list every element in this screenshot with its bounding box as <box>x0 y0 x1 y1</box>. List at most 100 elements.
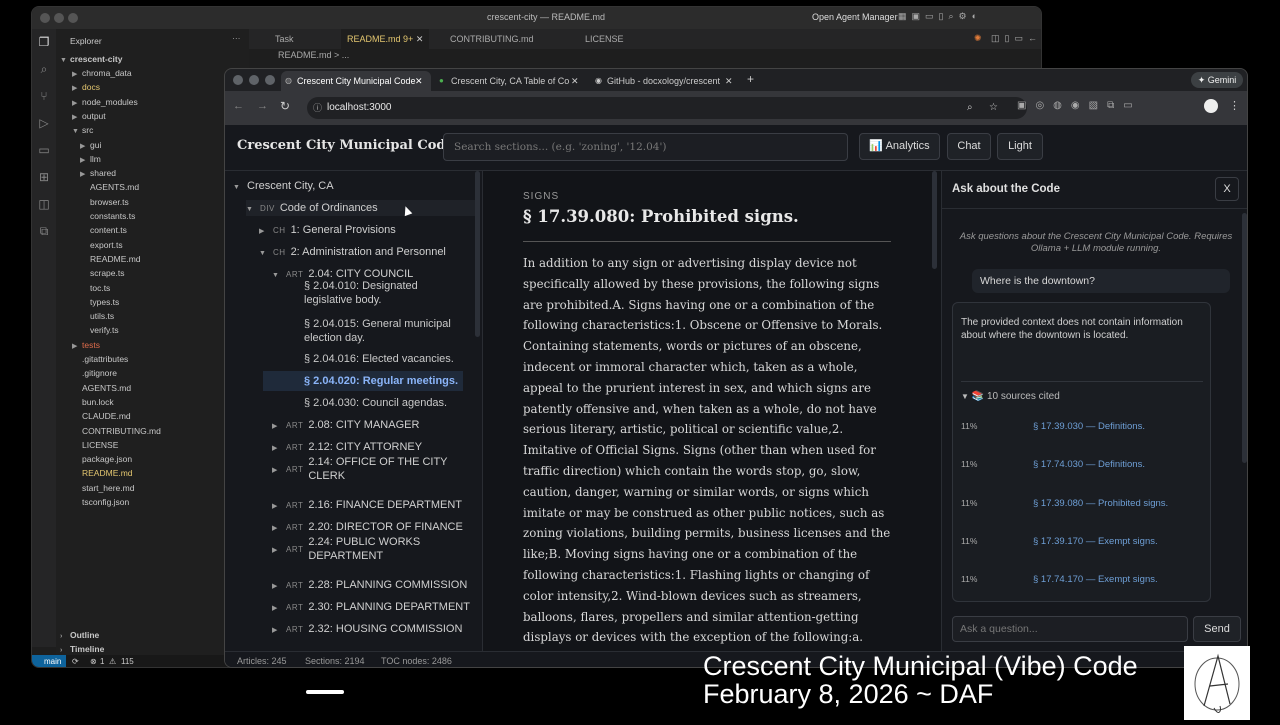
file-item[interactable]: .gitattributes <box>72 352 128 366</box>
close-icon[interactable]: ✕ <box>415 71 423 91</box>
toc-article[interactable]: ▶ ART 2.32: HOUSING COMMISSION <box>272 622 462 638</box>
toc-root[interactable]: ▼ Crescent City, CA <box>233 179 334 195</box>
toc-article[interactable]: ▶ ART 2.12: CITY ATTORNEY <box>272 440 422 456</box>
toc-chapter-2[interactable]: ▼ CH 2: Administration and Personnel <box>259 245 446 261</box>
file-item[interactable]: AGENTS.md <box>72 381 131 395</box>
folder-item[interactable]: ▶ output <box>72 109 106 123</box>
tab-readme[interactable]: README.md 9+ ✕ <box>341 29 430 49</box>
branch-name[interactable]: main <box>44 655 61 667</box>
chat-button[interactable]: Chat <box>947 133 991 160</box>
file-item[interactable]: toc.ts <box>80 281 110 295</box>
run-debug-icon[interactable]: ▷ <box>32 110 56 137</box>
file-item[interactable]: tsconfig.json <box>72 495 129 509</box>
toc-chapter-1[interactable]: ▶ CH 1: General Provisions <box>259 223 396 239</box>
layout-icons[interactable]: ▦▣▭▯⌕⚙◐ <box>898 11 982 22</box>
sync-icon[interactable]: ⟳ <box>72 655 79 667</box>
file-item[interactable]: constants.ts <box>80 209 135 223</box>
address-bar[interactable]: ⓘ localhost:3000 ⌕ ☆ <box>307 97 1027 119</box>
app-title[interactable]: Crescent City Municipal Code <box>237 138 454 153</box>
files-icon[interactable]: ❐ <box>32 29 56 56</box>
toc-article[interactable]: ▶ ART 2.20: DIRECTOR OF FINANCE <box>272 520 463 536</box>
close-chat-button[interactable]: X <box>1215 177 1239 201</box>
file-item[interactable]: CONTRIBUTING.md <box>72 424 161 438</box>
toc-section-active[interactable]: § 2.04.020: Regular meetings. <box>263 371 463 391</box>
warning-icon[interactable]: ⚠ <box>109 655 116 667</box>
file-item[interactable]: package.json <box>72 452 132 466</box>
file-item[interactable]: README.md <box>72 466 133 480</box>
toc-article[interactable]: ▶ ART 2.24: PUBLIC WORKS DEPARTMENT <box>272 535 448 563</box>
file-item[interactable]: verify.ts <box>80 323 119 337</box>
folder-item[interactable]: ▶ shared <box>80 166 116 180</box>
gemini-button[interactable]: ✦ Gemini <box>1191 72 1243 88</box>
toc-section[interactable]: § 2.04.010: Designated legislative body. <box>304 279 464 307</box>
close-window-button[interactable] <box>40 13 50 23</box>
tab-table-of-contents[interactable]: ● Crescent City, CA Table of Co ✕ <box>435 71 583 91</box>
folder-item[interactable]: ▶ tests <box>72 338 100 352</box>
extensions-icon[interactable]: ⊞ <box>32 164 56 191</box>
zoom-window-button[interactable] <box>68 13 78 23</box>
breadcrumb[interactable]: README.md > ... <box>278 50 349 60</box>
spark-icon[interactable]: ✺ <box>974 33 982 44</box>
folder-item[interactable]: ▶ chroma_data <box>72 66 132 80</box>
source-link[interactable]: § 17.39.030 — Definitions. <box>1033 421 1145 432</box>
tab-task[interactable]: Task <box>269 29 300 49</box>
folder-item[interactable]: ▶ gui <box>80 138 101 152</box>
more-actions-icon[interactable]: ··· <box>232 33 241 43</box>
file-item[interactable]: LICENSE <box>72 438 118 452</box>
close-icon[interactable]: ✕ <box>569 71 579 91</box>
file-item[interactable]: scrape.ts <box>80 266 125 280</box>
menu-icon[interactable]: ⋮ <box>1229 99 1240 112</box>
tab-license[interactable]: LICENSE <box>579 29 630 49</box>
toc-article[interactable]: ▶ ART 2.08: CITY MANAGER <box>272 418 419 434</box>
bookmark-star-icon[interactable]: ☆ <box>989 97 998 119</box>
back-icon[interactable]: ← <box>233 100 244 112</box>
folder-item[interactable]: ▶ node_modules <box>72 95 138 109</box>
zoom-window-button[interactable] <box>265 75 275 85</box>
close-icon[interactable]: ✕ <box>416 34 424 44</box>
zoom-icon[interactable]: ⌕ <box>967 97 973 119</box>
file-item[interactable]: utils.ts <box>80 309 114 323</box>
file-item[interactable]: start_here.md <box>72 481 134 495</box>
close-icon[interactable]: ✕ <box>723 71 733 91</box>
outline-section[interactable]: › Outline <box>60 628 99 642</box>
toc-scrollbar[interactable] <box>475 171 480 337</box>
toc-section[interactable]: § 2.04.016: Elected vacancies. <box>304 352 464 366</box>
source-link[interactable]: § 17.39.080 — Prohibited signs. <box>1033 498 1168 509</box>
toc-section[interactable]: § 2.04.015: General municipal election d… <box>304 317 464 345</box>
question-input[interactable]: Ask a question... <box>952 616 1188 642</box>
source-link[interactable]: § 17.39.170 — Exempt signs. <box>1033 536 1158 547</box>
docker-icon[interactable]: ⧉ <box>32 218 56 245</box>
theme-toggle-button[interactable]: Light <box>997 133 1043 160</box>
source-link[interactable]: § 17.74.170 — Exempt signs. <box>1033 574 1158 585</box>
source-link[interactable]: § 17.74.030 — Definitions. <box>1033 459 1145 470</box>
file-item[interactable]: .gitignore <box>72 366 117 380</box>
database-icon[interactable]: ◫ <box>32 191 56 218</box>
errors-icon[interactable]: ⊗ <box>90 655 97 667</box>
folder-item[interactable]: ▶ llm <box>80 152 101 166</box>
file-item[interactable]: types.ts <box>80 295 119 309</box>
editor-actions-icons[interactable]: ◫▯▭←→⋯ <box>991 33 1041 44</box>
project-root[interactable]: ▼ crescent-city <box>60 52 122 66</box>
minimize-window-button[interactable] <box>249 75 259 85</box>
folder-item[interactable]: ▼ src <box>72 123 93 137</box>
site-info-icon[interactable]: ⓘ <box>313 97 322 119</box>
folder-item[interactable]: ▶ docs <box>72 80 100 94</box>
chat-scrollbar[interactable] <box>1242 213 1247 463</box>
source-control-icon[interactable]: ⑂ <box>32 83 56 110</box>
reload-icon[interactable]: ↻ <box>280 99 290 113</box>
toc-article[interactable]: ▶ ART 2.30: PLANNING DEPARTMENT <box>272 600 470 616</box>
extension-icons[interactable]: ▣◎◍◉▧⧉▭ <box>1017 100 1142 111</box>
toc-article[interactable]: ▶ ART 2.14: OFFICE OF THE CITY CLERK <box>272 455 448 483</box>
send-button[interactable]: Send <box>1193 616 1241 642</box>
main-scrollbar[interactable] <box>932 171 937 269</box>
file-item[interactable]: AGENTS.md <box>80 180 139 194</box>
toc-article[interactable]: ▶ ART 2.16: FINANCE DEPARTMENT <box>272 498 462 514</box>
file-item[interactable]: browser.ts <box>80 195 129 209</box>
tab-contributing[interactable]: CONTRIBUTING.md <box>444 29 540 49</box>
toc-section[interactable]: § 2.04.030: Council agendas. <box>304 396 464 410</box>
toc-division[interactable]: ▼ DIV Code of Ordinances <box>246 200 478 216</box>
file-item[interactable]: README.md <box>80 252 141 266</box>
sources-toggle[interactable]: ▼ 📚 10 sources cited <box>961 391 1060 402</box>
timeline-section[interactable]: › Timeline <box>60 642 104 656</box>
toc-article[interactable]: ▶ ART 2.28: PLANNING COMMISSION <box>272 578 467 594</box>
